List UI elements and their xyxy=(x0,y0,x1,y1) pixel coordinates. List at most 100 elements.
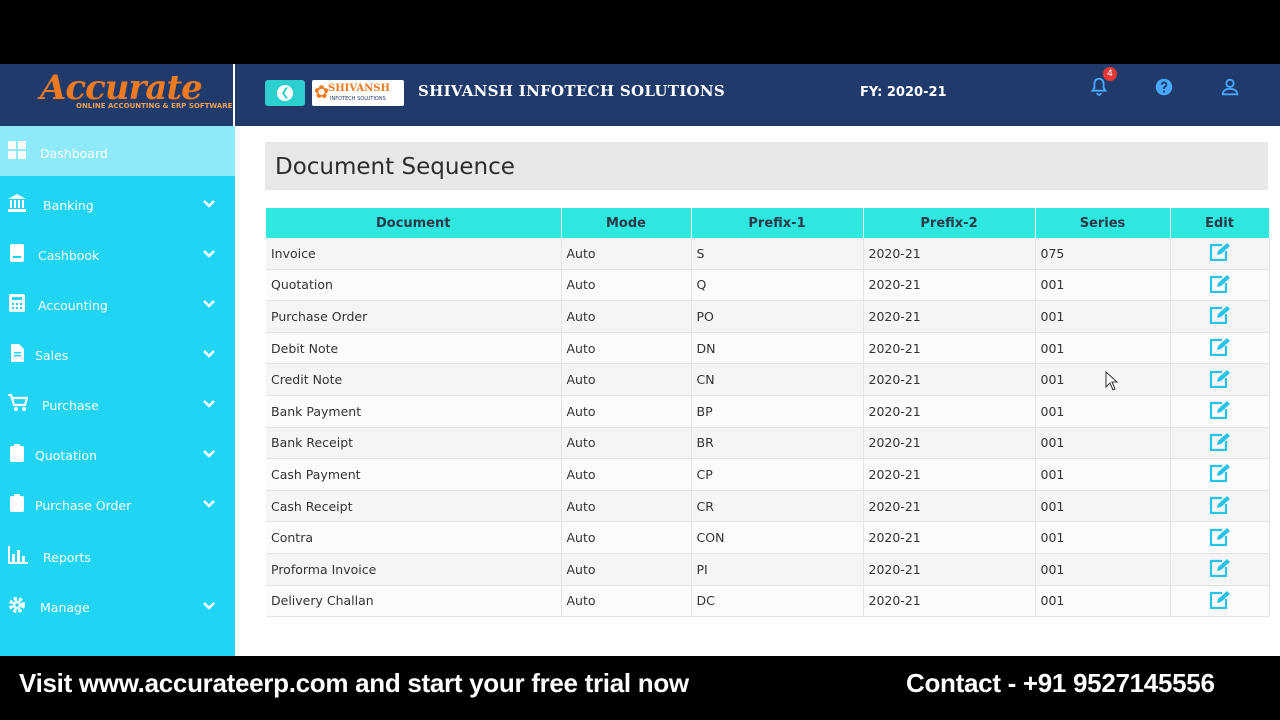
chevron-down-icon[interactable] xyxy=(202,601,216,611)
table-row: Debit Note Auto DN 2020-21 001 xyxy=(266,332,1270,365)
edit-icon[interactable] xyxy=(1209,369,1231,388)
table-row: Cash Receipt Auto CR 2020-21 001 xyxy=(266,490,1270,523)
edit-icon[interactable] xyxy=(1209,463,1231,483)
cell-prefix-2: 2020-21 xyxy=(863,521,1036,554)
app-window: Accurate ONLINE ACCOUNTING & ERP SOFTWAR… xyxy=(0,64,1280,656)
chevron-down-icon[interactable] xyxy=(202,249,216,259)
edit-icon[interactable] xyxy=(1209,337,1231,357)
cell-mode: Auto xyxy=(561,458,692,491)
cell-mode: Auto xyxy=(561,490,692,523)
cell-edit xyxy=(1170,521,1270,554)
sidebar-item-label: Purchase xyxy=(42,398,99,413)
sidebar-item-label: Dashboard xyxy=(40,146,108,161)
notification-badge: 4 xyxy=(1103,67,1117,81)
main-content: Document Sequence Document Mode Prefix-1… xyxy=(235,126,1280,656)
user-icon[interactable] xyxy=(1219,76,1241,98)
calculator-icon xyxy=(9,294,25,312)
help-icon[interactable] xyxy=(1153,76,1175,98)
chevron-down-icon[interactable] xyxy=(202,449,216,459)
cell-series: 001 xyxy=(1035,585,1171,618)
edit-icon[interactable] xyxy=(1209,495,1231,515)
cell-prefix-1: CR xyxy=(691,490,864,523)
sidebar-item-sales[interactable]: Sales xyxy=(0,329,235,379)
edit-icon[interactable] xyxy=(1209,274,1231,293)
chevron-down-icon[interactable] xyxy=(202,399,216,409)
sidebar-item-purchase-order[interactable]: Purchase Order xyxy=(0,479,235,529)
clipboard-icon xyxy=(10,444,24,462)
edit-icon[interactable] xyxy=(1209,400,1231,420)
cart-icon xyxy=(8,394,28,411)
cashbook-icon xyxy=(10,244,24,262)
column-header-prefix-1[interactable]: Prefix-1 xyxy=(691,208,864,238)
cell-edit xyxy=(1170,269,1270,302)
cell-prefix-1: PO xyxy=(691,300,864,333)
cell-edit xyxy=(1170,585,1270,618)
sidebar-item-purchase[interactable]: Purchase xyxy=(0,379,235,429)
edit-icon[interactable] xyxy=(1209,432,1231,451)
cell-series: 001 xyxy=(1035,363,1171,396)
sidebar-item-label: Purchase Order xyxy=(35,498,132,513)
edit-icon[interactable] xyxy=(1209,305,1231,325)
company-logo-mark-icon: ✿ xyxy=(314,82,330,103)
back-button[interactable]: ❮ xyxy=(265,80,305,106)
column-header-prefix-2[interactable]: Prefix-2 xyxy=(863,208,1036,238)
cell-prefix-1: CON xyxy=(691,521,864,554)
cell-edit xyxy=(1170,458,1270,491)
chevron-down-icon[interactable] xyxy=(202,349,216,359)
cell-mode: Auto xyxy=(561,427,692,460)
cell-series: 001 xyxy=(1035,395,1171,428)
cell-edit xyxy=(1170,363,1270,396)
cell-document: Debit Note xyxy=(266,332,562,365)
column-header-series[interactable]: Series xyxy=(1035,208,1171,238)
sidebar-item-banking[interactable]: Banking xyxy=(0,179,235,229)
edit-icon[interactable] xyxy=(1209,527,1231,546)
cell-document: Credit Note xyxy=(266,363,562,396)
cell-prefix-2: 2020-21 xyxy=(863,238,1036,270)
sidebar-item-label: Banking xyxy=(43,198,94,213)
sidebar-item-manage[interactable]: Manage xyxy=(0,581,235,631)
cell-prefix-2: 2020-21 xyxy=(863,553,1036,586)
cell-document: Delivery Challan xyxy=(266,585,562,618)
cell-prefix-2: 2020-21 xyxy=(863,395,1036,428)
company-logo-text: SHIVANSH xyxy=(328,83,390,94)
sidebar-item-label: Cashbook xyxy=(38,248,100,263)
cell-document: Bank Receipt xyxy=(266,427,562,460)
cell-series: 001 xyxy=(1035,490,1171,523)
cell-document: Proforma Invoice xyxy=(266,553,562,586)
cell-prefix-2: 2020-21 xyxy=(863,269,1036,302)
sidebar-item-dashboard[interactable]: Dashboard xyxy=(0,126,235,176)
chevron-down-icon[interactable] xyxy=(202,199,216,209)
cell-series: 001 xyxy=(1035,427,1171,460)
chevron-down-icon[interactable] xyxy=(202,499,216,509)
brand-logo[interactable]: Accurate ONLINE ACCOUNTING & ERP SOFTWAR… xyxy=(0,64,235,126)
table-row: Proforma Invoice Auto PI 2020-21 001 xyxy=(266,553,1270,586)
promo-banner-right: Contact - +91 9527145556 xyxy=(906,668,1215,698)
cell-document: Cash Payment xyxy=(266,458,562,491)
sidebar-item-cashbook[interactable]: Cashbook xyxy=(0,229,235,279)
cell-edit xyxy=(1170,553,1270,586)
fiscal-year-label[interactable]: FY: 2020-21 xyxy=(860,85,947,100)
sidebar-item-reports[interactable]: Reports xyxy=(0,531,235,581)
cell-document: Contra xyxy=(266,521,562,554)
cell-series: 001 xyxy=(1035,269,1171,302)
cell-mode: Auto xyxy=(561,363,692,396)
edit-icon[interactable] xyxy=(1209,558,1231,578)
cell-prefix-1: BP xyxy=(691,395,864,428)
sidebar-item-quotation[interactable]: Quotation xyxy=(0,429,235,479)
dashboard-icon xyxy=(8,141,26,159)
chevron-down-icon[interactable] xyxy=(202,299,216,309)
document-sequence-table: Document Mode Prefix-1 Prefix-2 Series E… xyxy=(266,208,1270,618)
cell-edit xyxy=(1170,427,1270,460)
cell-prefix-1: CP xyxy=(691,458,864,491)
edit-icon[interactable] xyxy=(1209,590,1231,609)
company-name: SHIVANSH INFOTECH SOLUTIONS xyxy=(418,82,726,100)
column-header-document[interactable]: Document xyxy=(266,208,562,238)
cell-prefix-1: BR xyxy=(691,427,864,460)
cell-mode: Auto xyxy=(561,553,692,586)
column-header-mode[interactable]: Mode xyxy=(561,208,692,238)
sidebar-item-accounting[interactable]: Accounting xyxy=(0,279,235,329)
cell-mode: Auto xyxy=(561,395,692,428)
bar-chart-icon xyxy=(8,546,28,564)
edit-icon[interactable] xyxy=(1209,242,1231,262)
table-row: Delivery Challan Auto DC 2020-21 001 xyxy=(266,585,1270,618)
